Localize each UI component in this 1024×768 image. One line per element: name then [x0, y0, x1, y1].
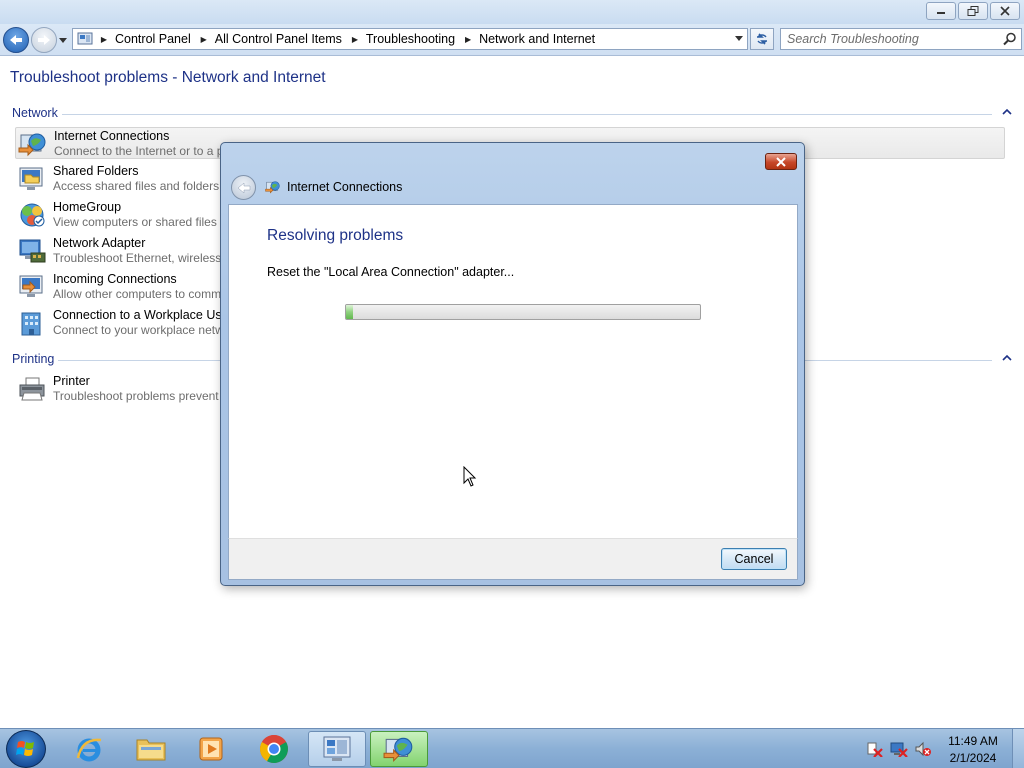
item-name: Incoming Connections: [53, 272, 177, 286]
control-panel-icon: [77, 32, 93, 45]
search-icon[interactable]: [1003, 32, 1017, 46]
back-arrow-icon: [237, 181, 250, 194]
minimize-button[interactable]: [926, 2, 956, 20]
breadcrumb-all-control-panel-items[interactable]: All Control Panel Items: [211, 32, 348, 46]
item-name: Internet Connections: [54, 129, 170, 143]
internet-connections-icon: [18, 133, 46, 157]
network-adapter-icon: [19, 239, 46, 263]
breadcrumb-separator-icon[interactable]: ▶: [197, 35, 211, 44]
item-description: Troubleshoot problems prevent: [53, 389, 219, 403]
breadcrumb-troubleshooting[interactable]: Troubleshooting: [362, 32, 461, 46]
item-description: Troubleshoot Ethernet, wireless,: [53, 251, 225, 265]
group-label: Network: [12, 106, 58, 120]
item-description: Connect to your workplace netw: [53, 323, 224, 337]
shared-folders-icon: [19, 167, 43, 190]
collapse-chevron-icon[interactable]: [1002, 108, 1012, 116]
windows-explorer-icon: [136, 739, 166, 761]
breadcrumb-control-panel[interactable]: Control Panel: [111, 32, 197, 46]
incoming-connections-icon: [19, 275, 43, 297]
dialog-content: Resolving problems Reset the "Local Area…: [228, 204, 798, 538]
dialog-footer: Cancel: [228, 538, 798, 580]
search-box[interactable]: [780, 28, 1022, 50]
progress-bar-fill: [346, 305, 354, 319]
restore-icon: [967, 6, 979, 16]
dialog-close-button[interactable]: [765, 153, 797, 170]
network-icon[interactable]: [890, 741, 908, 757]
chrome-icon: [260, 735, 288, 763]
taskbar-troubleshooter[interactable]: [370, 731, 428, 767]
close-icon: [1000, 6, 1010, 16]
dialog-back-button[interactable]: [231, 175, 256, 200]
item-name: Shared Folders: [53, 164, 139, 178]
cancel-button[interactable]: Cancel: [721, 548, 787, 570]
back-arrow-icon: [10, 35, 22, 45]
taskbar-windows-explorer[interactable]: [122, 731, 180, 767]
item-description: Access shared files and folders o: [53, 179, 230, 193]
breadcrumb-network-and-internet[interactable]: Network and Internet: [475, 32, 601, 46]
dialog-title: Internet Connections: [287, 180, 403, 194]
start-button[interactable]: [6, 730, 46, 768]
search-input[interactable]: [781, 32, 991, 46]
taskbar-internet-explorer[interactable]: [60, 731, 118, 767]
close-icon: [776, 156, 786, 167]
homegroup-icon: [20, 203, 45, 227]
show-desktop-button[interactable]: [1012, 729, 1024, 768]
group-header-network[interactable]: Network: [12, 106, 1012, 122]
progress-bar: [345, 304, 701, 320]
forward-button[interactable]: [31, 27, 57, 53]
control-panel-icon: [323, 736, 351, 761]
dialog-status-text: Reset the "Local Area Connection" adapte…: [267, 265, 515, 279]
item-name: Connection to a Workplace Usin: [53, 308, 232, 322]
clock[interactable]: 11:49 AM 2/1/2024: [938, 733, 1008, 767]
address-bar[interactable]: ▶ Control Panel ▶ All Control Panel Item…: [72, 28, 748, 50]
taskbar-media-player[interactable]: [182, 731, 240, 767]
restore-button[interactable]: [958, 2, 988, 20]
item-description: Allow other computers to comm: [53, 287, 222, 301]
windows-logo-icon: [16, 741, 34, 756]
media-player-icon: [199, 737, 223, 761]
recent-pages-dropdown-icon[interactable]: [58, 36, 68, 44]
troubleshooter-dialog: Internet Connections Resolving problems …: [220, 142, 805, 586]
printer-icon: [19, 377, 45, 401]
clock-date: 2/1/2024: [949, 751, 997, 765]
troubleshooter-icon: [383, 737, 413, 763]
taskbar: 11:49 AM 2/1/2024: [0, 728, 1024, 768]
system-tray: [866, 741, 932, 757]
internet-connections-icon: [265, 181, 280, 194]
back-button[interactable]: [3, 27, 29, 53]
taskbar-control-panel[interactable]: [308, 731, 366, 767]
close-button[interactable]: [990, 2, 1020, 20]
action-center-icon[interactable]: [866, 741, 884, 757]
refresh-icon: [757, 33, 767, 45]
title-bar[interactable]: [0, 0, 1024, 24]
address-dropdown-icon[interactable]: [735, 36, 743, 42]
breadcrumb-separator-icon[interactable]: ▶: [97, 35, 111, 44]
workplace-connection-icon: [21, 312, 41, 336]
forward-arrow-icon: [38, 35, 50, 45]
item-description: View computers or shared files i: [53, 215, 223, 229]
taskbar-chrome[interactable]: [245, 731, 303, 767]
item-name: HomeGroup: [53, 200, 122, 214]
item-name: Network Adapter: [53, 236, 146, 250]
internet-explorer-icon: [76, 738, 102, 762]
item-description: Connect to the Internet or to a p: [54, 144, 224, 158]
navigation-bar: ▶ Control Panel ▶ All Control Panel Item…: [0, 24, 1024, 56]
group-label: Printing: [12, 352, 55, 366]
refresh-button[interactable]: [750, 28, 774, 50]
mouse-cursor-icon: [463, 466, 477, 487]
page-title: Troubleshoot problems - Network and Inte…: [10, 69, 326, 86]
volume-muted-icon[interactable]: [914, 741, 932, 757]
clock-time: 11:49 AM: [948, 734, 998, 748]
minimize-icon: [937, 12, 945, 14]
item-name: Printer: [53, 374, 90, 388]
breadcrumb-separator-icon[interactable]: ▶: [348, 35, 362, 44]
breadcrumb-separator-icon[interactable]: ▶: [461, 35, 475, 44]
dialog-heading: Resolving problems: [267, 227, 404, 244]
collapse-chevron-icon[interactable]: [1002, 354, 1012, 362]
